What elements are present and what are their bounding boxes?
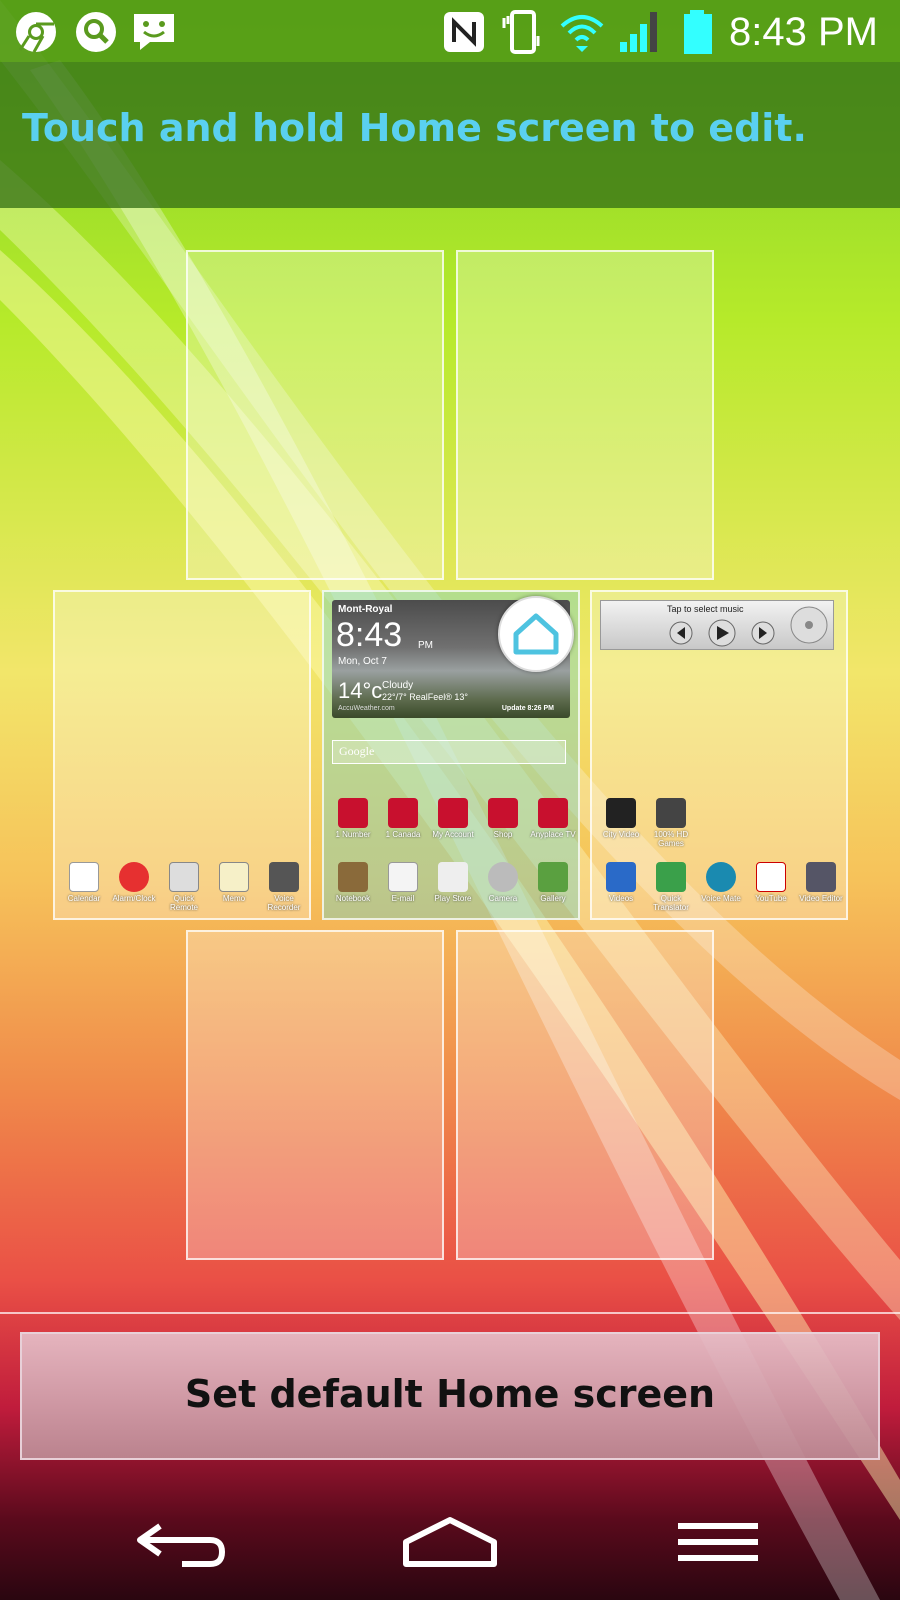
home-icon xyxy=(513,613,559,655)
set-default-home-button[interactable]: Set default Home screen xyxy=(20,1332,880,1460)
chrome-icon xyxy=(16,12,56,53)
video-editor-icon xyxy=(806,862,836,892)
weather-time: 8:43 xyxy=(336,616,403,654)
memo-icon xyxy=(219,862,249,892)
email-icon xyxy=(388,862,418,892)
app-youtube: YouTube xyxy=(746,862,796,903)
wifi-icon xyxy=(560,15,604,52)
status-bar: 8:43 PM xyxy=(0,0,900,62)
shop-icon xyxy=(488,798,518,828)
canada-icon xyxy=(388,798,418,828)
games-icon xyxy=(656,798,686,828)
home-screen-panel-6[interactable] xyxy=(186,930,444,1260)
app-calendar: Calendar xyxy=(59,862,109,903)
app-quick-translator: Quick Translator xyxy=(646,862,696,912)
home-screen-panel-3[interactable]: Calendar Alarm/Clock Quick Remote Memo V… xyxy=(53,590,311,920)
tv-icon xyxy=(538,798,568,828)
divider xyxy=(0,1312,900,1314)
city-video-icon xyxy=(606,798,636,828)
youtube-icon xyxy=(756,862,786,892)
vibrate-icon xyxy=(502,10,540,54)
app-hd-games: 100% HD Games xyxy=(646,798,696,848)
app-memo: Memo xyxy=(209,862,259,903)
app-quick-remote: Quick Remote xyxy=(159,862,209,912)
translator-icon xyxy=(656,862,686,892)
music-widget[interactable]: Tap to select music xyxy=(600,600,834,650)
weather-source: AccuWeather.com xyxy=(338,705,395,712)
set-default-home-label: Set default Home screen xyxy=(184,1372,716,1416)
app-gallery: Gallery xyxy=(528,862,578,903)
videos-icon xyxy=(606,862,636,892)
signal-icon xyxy=(620,12,657,52)
music-controls xyxy=(669,619,775,647)
app-alarm-clock: Alarm/Clock xyxy=(109,862,159,903)
home-screen-panel-default[interactable]: Mont-Royal 8:43 PM Mon, Oct 7 14°c Cloud… xyxy=(322,590,580,920)
edit-hint-banner: Touch and hold Home screen to edit. xyxy=(0,62,900,208)
notebook-icon xyxy=(338,862,368,892)
number-icon xyxy=(338,798,368,828)
hint-text: Touch and hold Home screen to edit. xyxy=(22,106,807,150)
app-play-store: Play Store xyxy=(428,862,478,903)
search-icon xyxy=(76,12,116,52)
back-icon[interactable] xyxy=(132,1512,232,1572)
weather-temperature: 14°c xyxy=(338,678,383,703)
weather-date: Mon, Oct 7 xyxy=(338,656,387,667)
app-voice-recorder: Voice Recorder xyxy=(259,862,309,912)
battery-icon xyxy=(684,10,712,54)
app-my-account: My Account xyxy=(428,798,478,839)
home-screen-panel-5[interactable]: Tap to select music City Video 100% HD G… xyxy=(590,590,848,920)
camera-icon xyxy=(488,862,518,892)
weather-range: 22°/7° RealFeel® 13° xyxy=(382,692,468,702)
app-1-number: 1 Number xyxy=(328,798,378,839)
alarm-icon xyxy=(119,862,149,892)
weather-update: Update 8:26 PM xyxy=(501,705,554,712)
album-art-icon xyxy=(790,606,828,644)
app-video-editor: Video Editor xyxy=(796,862,846,903)
play-store-icon xyxy=(438,862,468,892)
app-1-canada: 1 Canada xyxy=(378,798,428,839)
app-shop: Shop xyxy=(478,798,528,839)
weather-condition: Cloudy xyxy=(382,680,414,691)
remote-icon xyxy=(169,862,199,892)
gallery-icon xyxy=(538,862,568,892)
home-icon[interactable] xyxy=(400,1512,500,1572)
home-screen-panel-7[interactable] xyxy=(456,930,714,1260)
default-home-button[interactable] xyxy=(498,596,574,672)
google-search-bar[interactable]: Google xyxy=(332,740,566,764)
recorder-icon xyxy=(269,862,299,892)
clock: 8:43 PM xyxy=(729,10,878,54)
app-email: E-mail xyxy=(378,862,428,903)
app-voice-mate: Voice Mate xyxy=(696,862,746,903)
weather-location: Mont-Royal xyxy=(338,604,393,615)
messaging-icon xyxy=(134,14,174,50)
nfc-icon xyxy=(444,12,484,52)
account-icon xyxy=(438,798,468,828)
home-screen-panel-1[interactable] xyxy=(186,250,444,580)
calendar-icon xyxy=(69,862,99,892)
app-anyplace-tv: Anyplace TV xyxy=(528,798,578,839)
home-screen-panel-2[interactable] xyxy=(456,250,714,580)
voice-mate-icon xyxy=(706,862,736,892)
menu-icon[interactable] xyxy=(668,1512,768,1572)
app-city-video: City Video xyxy=(596,798,646,839)
app-videos: Videos xyxy=(596,862,646,903)
app-notebook: Notebook xyxy=(328,862,378,903)
music-prompt: Tap to select music xyxy=(667,604,744,614)
app-camera: Camera xyxy=(478,862,528,903)
weather-ampm: PM xyxy=(418,640,433,651)
